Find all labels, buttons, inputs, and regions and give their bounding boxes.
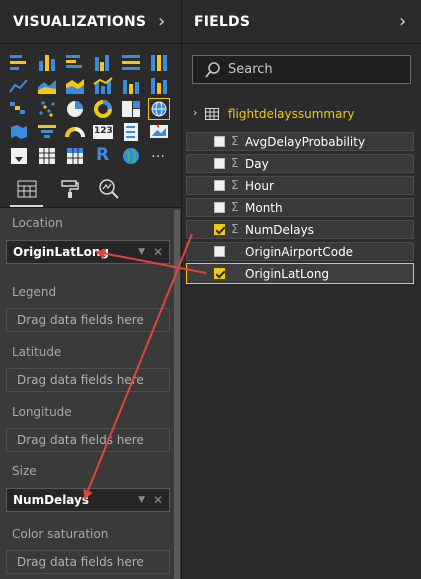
- field-row-originairportcode[interactable]: OriginAirportCode: [186, 242, 414, 261]
- sigma-icon: Σ: [231, 222, 239, 236]
- search-placeholder: Search: [228, 62, 273, 77]
- size-field-value: NumDelays: [13, 493, 89, 507]
- field-row-day[interactable]: Σ Day: [186, 154, 414, 173]
- latitude-drop-zone[interactable]: Drag data fields here: [6, 368, 170, 392]
- card-number-label: 123: [94, 126, 113, 136]
- line-and-stacked-column-chart-icon[interactable]: [120, 75, 142, 97]
- remove-field-close-icon[interactable]: ✕: [153, 489, 163, 511]
- analytics-magnifier-icon[interactable]: [98, 178, 120, 200]
- format-paint-roller-icon[interactable]: [60, 179, 80, 199]
- stacked-column-chart-icon[interactable]: [36, 52, 58, 74]
- field-checkbox-checked[interactable]: [214, 268, 225, 279]
- wells-scrollbar[interactable]: [174, 210, 180, 579]
- ribbon-chart-icon[interactable]: [148, 75, 170, 97]
- field-label: NumDelays: [245, 223, 314, 237]
- scatter-chart-icon[interactable]: [36, 98, 58, 120]
- multi-row-card-icon[interactable]: [120, 121, 142, 143]
- field-row-hour[interactable]: Σ Hour: [186, 176, 414, 195]
- field-row-originlatlong[interactable]: OriginLatLong: [186, 263, 414, 284]
- visualizations-pane: VISUALIZATIONS › 123 R … Location Origin…: [0, 0, 181, 579]
- visualizations-title: VISUALIZATIONS: [13, 14, 147, 30]
- chevron-down-icon[interactable]: ▼: [138, 241, 145, 263]
- stacked-bar-chart-icon[interactable]: [8, 52, 30, 74]
- gauge-icon[interactable]: [64, 121, 86, 143]
- visualization-tabs: [0, 173, 181, 206]
- field-checkbox[interactable]: [214, 136, 225, 147]
- longitude-drop-zone[interactable]: Drag data fields here: [6, 428, 170, 452]
- line-chart-icon[interactable]: [8, 75, 30, 97]
- sigma-icon: Σ: [231, 178, 239, 192]
- 100-stacked-bar-chart-icon[interactable]: [120, 52, 142, 74]
- well-label-legend: Legend: [12, 285, 57, 299]
- field-checkbox[interactable]: [214, 246, 225, 257]
- field-checkbox[interactable]: [214, 202, 225, 213]
- donut-chart-icon[interactable]: [92, 98, 114, 120]
- header-divider: [0, 43, 181, 44]
- location-field-value: OriginLatLong: [13, 245, 109, 259]
- field-checkbox[interactable]: [214, 180, 225, 191]
- line-and-column-chart-icon[interactable]: [92, 75, 114, 97]
- fields-search-input[interactable]: Search: [192, 55, 411, 84]
- sigma-icon: Σ: [231, 156, 239, 170]
- field-row-numdelays[interactable]: Σ NumDelays: [186, 220, 414, 239]
- field-row-avgdelayprobability[interactable]: Σ AvgDelayProbability: [186, 132, 414, 151]
- fields-tab-icon[interactable]: [17, 180, 37, 198]
- collapse-fields-chevron-icon[interactable]: ›: [399, 9, 406, 35]
- treemap-icon[interactable]: [120, 98, 142, 120]
- well-label-latitude: Latitude: [12, 345, 62, 359]
- clustered-column-chart-icon[interactable]: [92, 52, 114, 74]
- r-script-label: R: [96, 145, 110, 165]
- matrix-icon[interactable]: [64, 145, 86, 167]
- 100-stacked-column-chart-icon[interactable]: [148, 52, 170, 74]
- field-label: AvgDelayProbability: [245, 135, 366, 149]
- funnel-chart-icon[interactable]: [36, 121, 58, 143]
- table-name: flightdelayssummary: [228, 107, 355, 121]
- field-label: Hour: [245, 179, 274, 193]
- well-label-size: Size: [12, 464, 37, 478]
- field-row-month[interactable]: Σ Month: [186, 198, 414, 217]
- stacked-area-chart-icon[interactable]: [64, 75, 86, 97]
- well-label-location: Location: [12, 216, 63, 230]
- color-saturation-drop-zone[interactable]: Drag data fields here: [6, 550, 170, 574]
- collapse-visualizations-chevron-icon[interactable]: ›: [158, 9, 165, 35]
- table-icon: [205, 108, 219, 120]
- area-chart-icon[interactable]: [36, 75, 58, 97]
- size-well-field[interactable]: NumDelays ▼ ✕: [6, 488, 170, 512]
- field-label: OriginAirportCode: [245, 245, 354, 259]
- expand-chevron-icon[interactable]: ›: [193, 106, 197, 119]
- table-icon[interactable]: [36, 145, 58, 167]
- field-label: OriginLatLong: [245, 267, 330, 281]
- field-checkbox-checked[interactable]: [214, 224, 225, 235]
- map-globe-icon[interactable]: [148, 98, 170, 120]
- waterfall-chart-icon[interactable]: [8, 98, 30, 120]
- well-label-longitude: Longitude: [12, 405, 72, 419]
- clustered-bar-chart-icon[interactable]: [64, 52, 86, 74]
- field-checkbox[interactable]: [214, 158, 225, 169]
- pie-chart-icon[interactable]: [64, 98, 86, 120]
- card-icon[interactable]: 123: [92, 121, 114, 143]
- legend-drop-zone[interactable]: Drag data fields here: [6, 308, 170, 332]
- kpi-icon[interactable]: [148, 121, 170, 143]
- fields-pane: FIELDS › Search › flightdelayssummary Σ …: [182, 0, 421, 579]
- sigma-icon: Σ: [231, 134, 239, 148]
- more-visuals-label: …: [151, 145, 165, 161]
- chevron-down-icon[interactable]: ▼: [138, 489, 145, 511]
- filled-map-icon[interactable]: [8, 121, 30, 143]
- slicer-icon[interactable]: [8, 145, 30, 167]
- header-divider: [182, 43, 421, 44]
- sigma-icon: Σ: [231, 200, 239, 214]
- fields-title: FIELDS: [194, 14, 251, 30]
- table-node-flightdelayssummary[interactable]: › flightdelayssummary: [182, 104, 421, 124]
- r-script-visual-icon[interactable]: R: [92, 145, 114, 167]
- remove-field-close-icon[interactable]: ✕: [153, 241, 163, 263]
- well-label-color-saturation: Color saturation: [12, 527, 109, 541]
- location-well-field[interactable]: OriginLatLong ▼ ✕: [6, 240, 170, 264]
- field-label: Month: [245, 201, 283, 215]
- search-icon: [205, 62, 220, 78]
- field-label: Day: [245, 157, 269, 171]
- arcgis-globe-icon[interactable]: [120, 145, 142, 167]
- more-visuals-icon[interactable]: …: [148, 145, 170, 167]
